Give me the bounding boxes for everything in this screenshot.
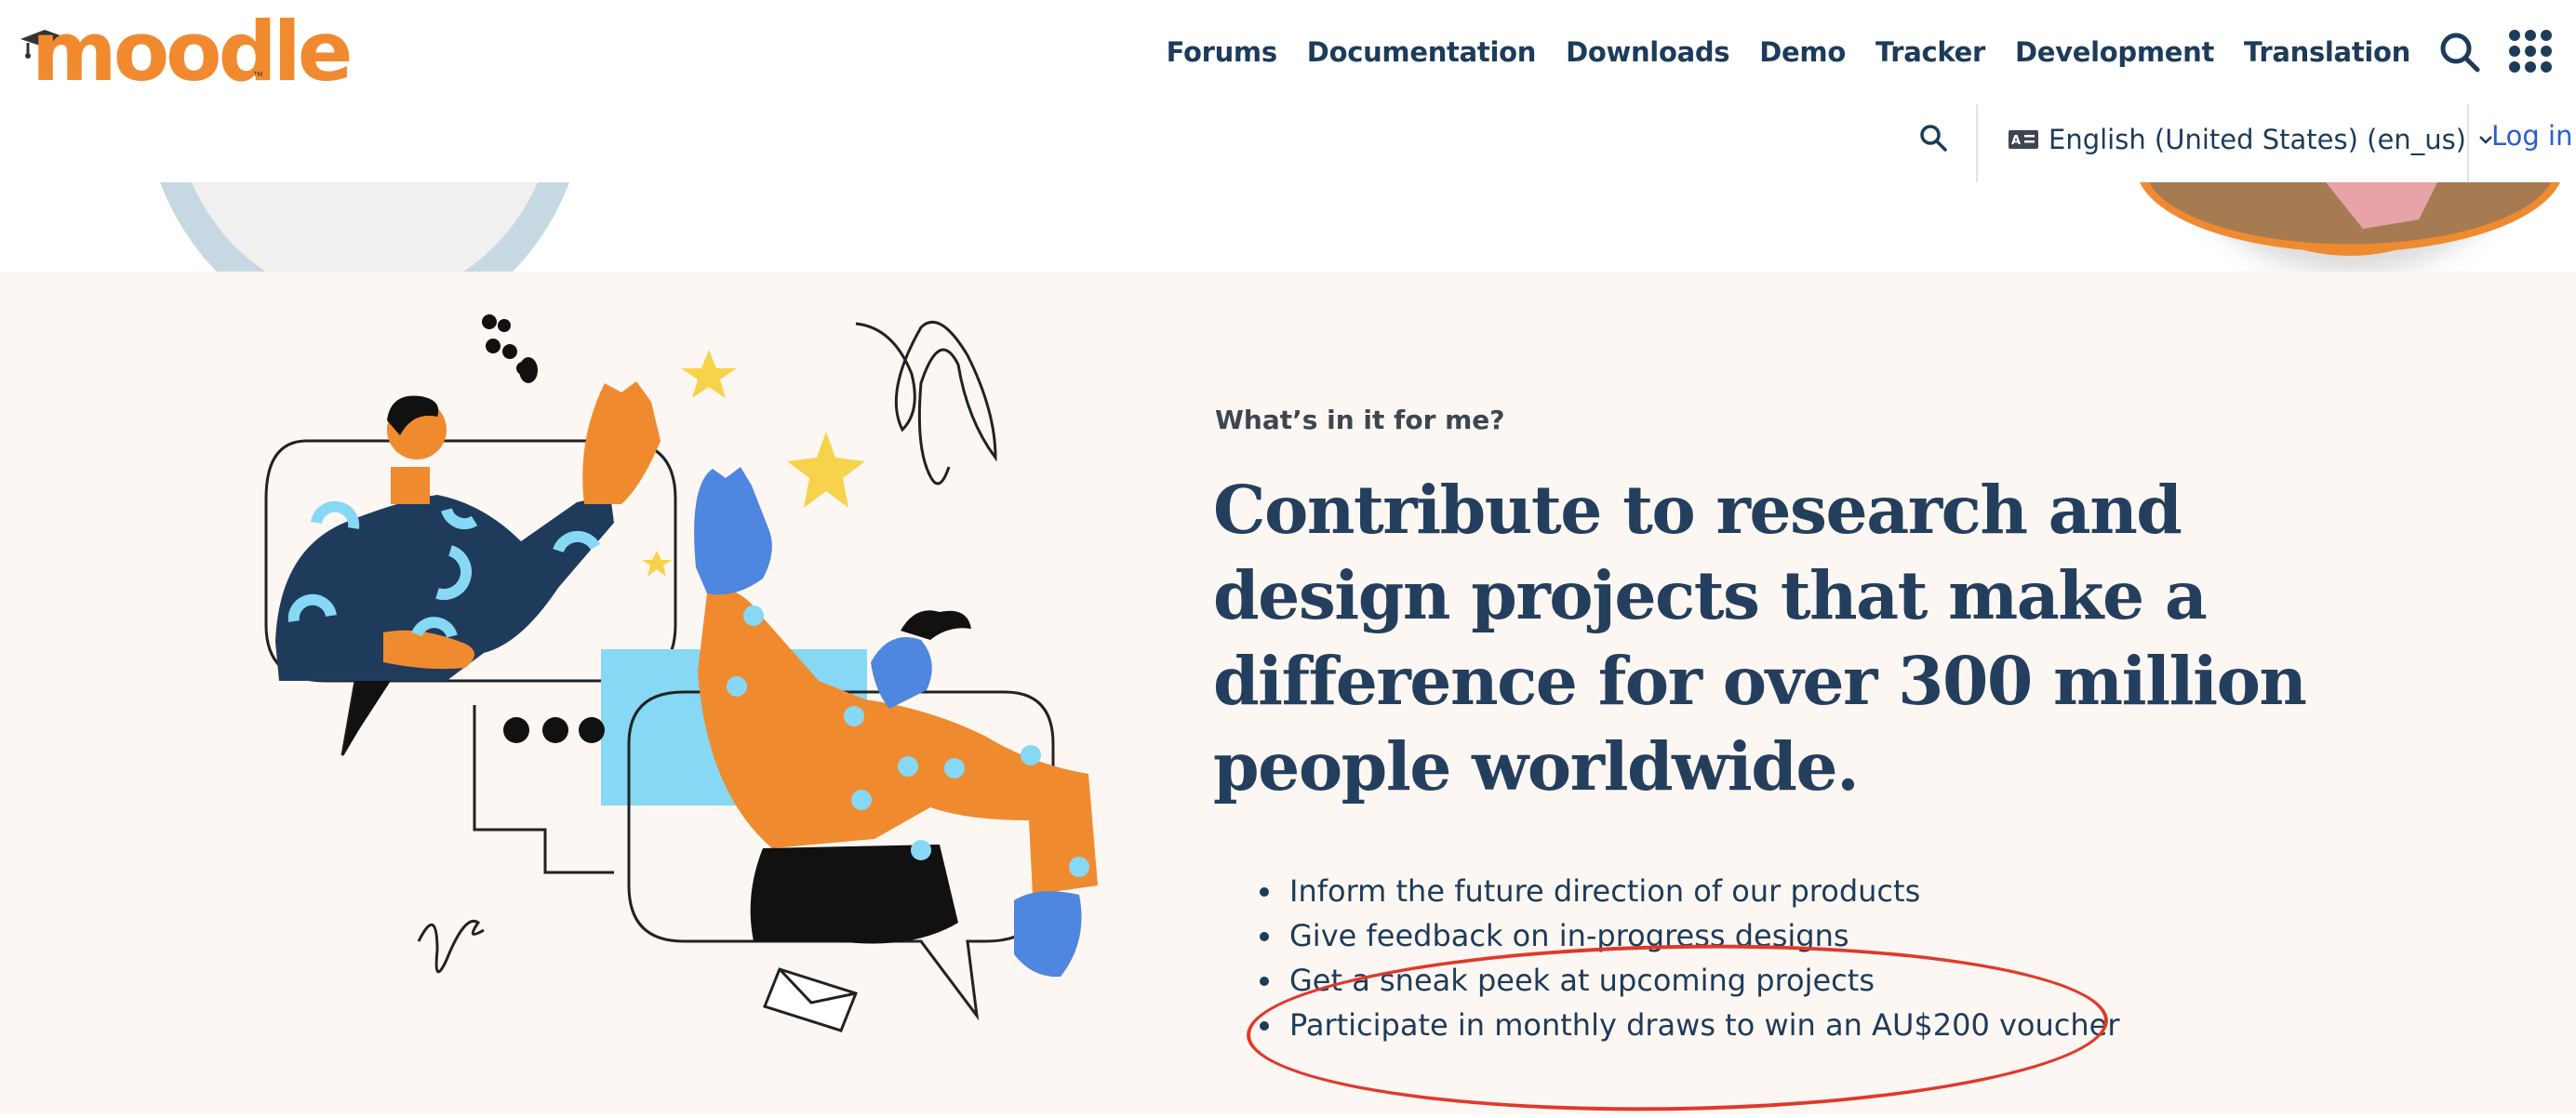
section-headline: Contribute to research and design projec… <box>1213 471 2307 805</box>
search-icon[interactable] <box>2438 31 2481 73</box>
language-label: English (United States) (en_us) <box>2049 124 2466 155</box>
user-navbar: A English (United States) (en_us) Log in <box>0 104 2576 186</box>
logo-trademark: ™ <box>253 71 263 82</box>
divider <box>1976 104 1978 182</box>
list-item: Inform the future direction of our produ… <box>1259 869 2119 913</box>
research-section: What’s in it for me? Contribute to resea… <box>0 272 2576 1118</box>
nav-tracker[interactable]: Tracker <box>1875 36 1985 68</box>
nav-development[interactable]: Development <box>2015 36 2214 68</box>
logo-wordmark: moodle <box>32 4 353 100</box>
main-navigation: Forums Documentation Downloads Demo Trac… <box>1167 32 2411 73</box>
nav-documentation[interactable]: Documentation <box>1307 36 1537 68</box>
nav-forums[interactable]: Forums <box>1167 36 1277 68</box>
nav-demo[interactable]: Demo <box>1759 36 1846 68</box>
moodle-logo[interactable]: moodle ™ <box>19 4 353 100</box>
search-toggle-icon[interactable] <box>1918 123 1948 153</box>
nav-downloads[interactable]: Downloads <box>1566 36 1729 68</box>
nav-translation[interactable]: Translation <box>2244 36 2410 68</box>
language-icon: A <box>2009 130 2038 149</box>
circle-edges <box>160 182 2560 272</box>
section-kicker: What’s in it for me? <box>1215 405 1505 435</box>
login-link[interactable]: Log in <box>2491 120 2572 152</box>
language-menu[interactable]: A English (United States) (en_us) <box>2008 121 2494 158</box>
high-five-illustration <box>264 314 1098 1032</box>
svg-text:A: A <box>2011 134 2021 148</box>
divider <box>2467 104 2469 182</box>
apps-grid-icon[interactable] <box>2509 30 2552 73</box>
